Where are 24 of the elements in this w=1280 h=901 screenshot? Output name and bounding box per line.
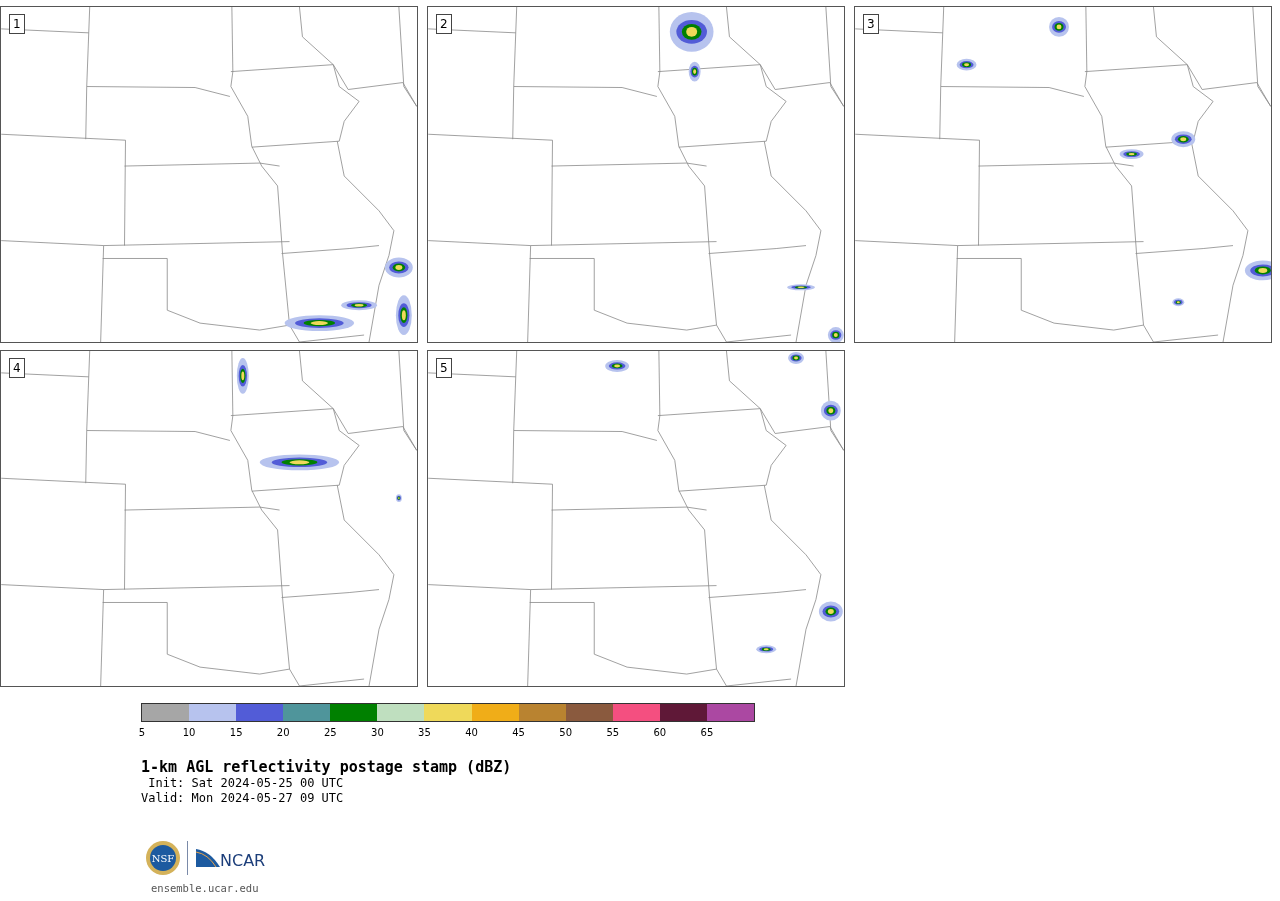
- scale-tick-label: 50: [558, 727, 574, 738]
- scale-tick-label: 45: [511, 727, 526, 738]
- chart-title: 1-km AGL reflectivity postage stamp (dBZ): [141, 758, 513, 776]
- scale-tick-label: 60: [652, 727, 668, 738]
- init-time: Init: Sat 2024-05-25 00 UTC: [147, 776, 345, 791]
- scale-tick-label: 55: [605, 727, 621, 738]
- scale-tick-label: 25: [322, 727, 338, 738]
- ncar-logo: NCAR: [194, 847, 268, 869]
- nsf-logo: NSF: [145, 840, 181, 876]
- scale-tick-label: 10: [181, 727, 197, 738]
- valid-time: Valid: Mon 2024-05-27 09 UTC: [141, 791, 345, 806]
- website-url: ensemble.ucar.edu: [151, 882, 260, 894]
- member-number: 5: [436, 358, 452, 378]
- scale-tick-label: 65: [699, 727, 715, 738]
- scale-tick-label: 35: [417, 727, 432, 738]
- scale-tick-label: 20: [275, 727, 291, 738]
- scale-tick-label: 40: [464, 727, 479, 738]
- member-number: 1: [9, 14, 25, 34]
- scale-tick-label: 30: [370, 727, 385, 738]
- scale-tick-label: 5: [137, 727, 147, 738]
- member-number: 4: [9, 358, 25, 378]
- scale-tick-label: 15: [228, 727, 244, 738]
- member-number: 3: [863, 14, 879, 34]
- member-number: 2: [436, 14, 452, 34]
